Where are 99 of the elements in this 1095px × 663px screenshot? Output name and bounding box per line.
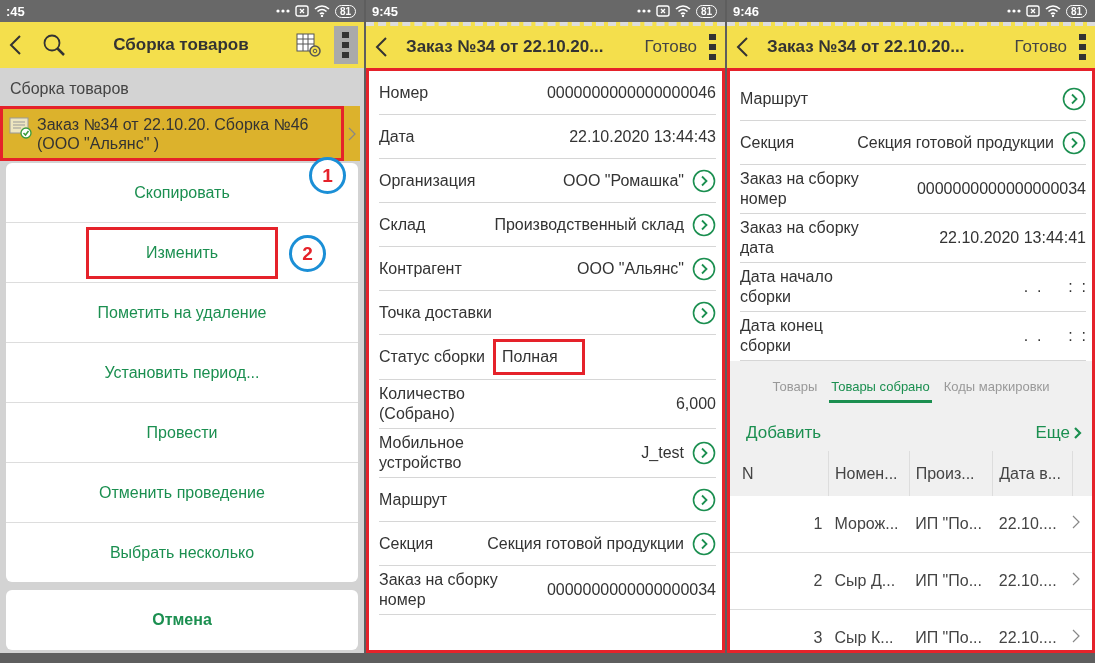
table-cell: Морож... [828,496,910,553]
chevron-circle-icon[interactable] [692,212,716,237]
more-dots-icon [275,9,290,13]
step-callout: 2 [289,235,326,272]
field-label: Статус сборки [379,347,485,367]
tab[interactable]: Товары [770,375,820,403]
chevron-circle-icon[interactable] [692,300,716,325]
table-cell: 22.10.... [992,609,1072,650]
field-value: 22.10.2020 13:44:43 [569,127,716,146]
chevron-circle-icon[interactable] [692,531,716,556]
list-item-text: Заказ №34 от 22.10.20. Сборка №46 (ООО "Альянс" ) [37,115,310,153]
table-cell: 3 [730,609,829,650]
table-cell: 1 [730,496,829,553]
field-value: 0000000000000000034 [546,581,716,599]
field-value: 6,000 [675,395,716,413]
field-label: Дата начало сборки [740,267,834,307]
wifi-icon [1044,5,1061,17]
screen-title: Заказ №34 от 22.10.20... [406,37,604,57]
document-check-icon [9,117,33,139]
wifi-icon [674,5,691,17]
tab[interactable]: Коды маркировки [941,375,1052,403]
table-settings-button[interactable] [294,30,324,60]
action-item[interactable]: Провести [86,406,278,459]
chevron-right-icon [348,126,356,141]
table-cell: Сыр Д... [828,552,910,610]
field-value: 22.10.2020 13:44:41 [939,229,1086,247]
field-label: Заказ на сборку номер [740,169,860,209]
more-button[interactable]: Еще [1035,423,1082,443]
field-label: Секция [379,533,434,554]
field-label: Заказ на сборку номер [379,570,499,610]
action-item[interactable]: Отменить проведение [86,466,278,519]
table-cell: ИП "По... [909,496,993,553]
status-time: :45 [6,3,25,19]
table-cell: ИП "По... [909,552,993,610]
field-label: Маршрут [740,88,809,109]
add-button[interactable]: Добавить [746,423,822,443]
field-label: Количество (Собрано) [379,384,466,424]
field-label: Маршрут [379,489,448,510]
action-item[interactable]: Скопировать [86,166,278,219]
action-item[interactable]: Изменить [86,226,278,279]
field-label: Мобильное устройство [379,433,465,473]
status-time: 9:45 [372,3,399,19]
field-value: ООО "Альянс" [577,259,684,278]
field-label: Дата [379,126,415,147]
table-cell: Сыр К... [828,609,910,650]
menu-icon[interactable] [342,32,350,58]
field-value: J_test [641,444,684,462]
table-cell: ИП "По... [909,609,993,650]
screen-title: Заказ №34 от 22.10.20... [767,37,965,57]
tab[interactable]: Товары собрано [829,375,932,403]
chevron-right-icon [1072,572,1080,586]
status-time: 9:46 [733,3,760,19]
cancel-button[interactable]: Отмена [146,610,218,630]
field-label: Склад [379,214,426,235]
more-dots-icon [1006,9,1021,13]
table-cell: 22.10.... [992,496,1072,553]
chevron-right-icon[interactable] [1073,426,1082,440]
field-value: Секция готовой продукции [857,133,1054,152]
action-item[interactable]: Установить период... [86,346,278,399]
chevron-circle-icon[interactable] [692,487,716,512]
chevron-right-icon [1072,629,1080,643]
action-item[interactable]: Выбрать несколько [86,526,278,579]
list-item[interactable]: Заказ №34 от 22.10.20. Сборка №46 (ООО "Альянс" ) [0,106,360,161]
field-value: Полная [492,339,585,375]
wifi-icon [313,5,330,17]
chevron-circle-icon[interactable] [692,256,716,281]
column-header[interactable]: N [730,451,829,496]
sim-icon [294,5,309,17]
screen-title: Сборка товаров [112,35,250,55]
action-item[interactable]: Пометить на удаление [86,286,278,339]
section-title: Сборка товаров [9,79,130,99]
field-label: Организация [379,170,476,191]
table-cell: 22.10.... [992,552,1072,610]
chevron-circle-icon[interactable] [1062,86,1086,111]
chevron-circle-icon[interactable] [692,168,716,193]
field-value: 0000000000000000046 [546,83,716,102]
menu-button[interactable] [334,26,358,64]
field-value: Секция готовой продукции [487,534,684,553]
field-value: Производственный склад [494,215,684,234]
field-value: . . : : [1023,327,1086,345]
done-button[interactable]: Готово [1014,37,1077,57]
chevron-circle-icon[interactable] [692,441,716,465]
step-callout: 1 [309,157,346,194]
field-value: . . : : [1023,278,1086,296]
chevron-circle-icon[interactable] [1062,130,1086,155]
field-label: Заказ на сборку дата [740,218,860,258]
field-label: Номер [379,82,429,103]
field-label: Дата конец сборки [740,316,824,356]
more-dots-icon [636,9,651,13]
field-value: ООО "Ромашка" [563,171,684,190]
field-value: 0000000000000000034 [916,180,1086,198]
field-label: Секция [740,132,795,153]
field-label: Контрагент [379,258,462,279]
done-button[interactable]: Готово [644,37,707,57]
chevron-right-icon [1072,515,1080,529]
field-label: Точка доставки [379,302,492,323]
table-cell: 2 [730,552,829,610]
sim-icon [655,5,670,17]
sim-icon [1025,5,1040,17]
